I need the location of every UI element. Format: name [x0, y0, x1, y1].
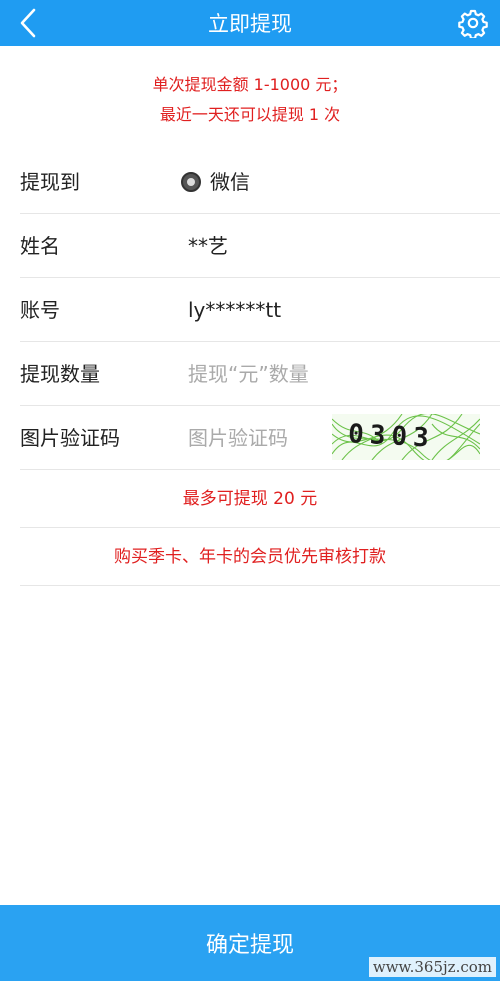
amount-label: 提现数量 [20, 362, 100, 386]
wechat-option-label[interactable]: 微信 [210, 150, 250, 214]
member-priority-info: 购买季卡、年卡的会员优先审核打款 [20, 528, 500, 586]
name-row: 姓名 **艺 [20, 214, 500, 278]
max-withdraw-info: 最多可提现 20 元 [20, 470, 500, 528]
amount-row: 提现数量 [20, 342, 500, 406]
account-value: ly******tt [188, 298, 282, 322]
withdraw-notice: 单次提现金额 1-1000 元； 最近一天还可以提现 1 次 [0, 70, 500, 130]
account-label: 账号 [20, 298, 60, 322]
captcha-label: 图片验证码 [20, 426, 120, 450]
withdraw-to-label: 提现到 [20, 170, 80, 194]
notice-line-count: 最近一天还可以提现 1 次 [159, 105, 341, 124]
site-watermark: www.365jz.com [368, 957, 496, 977]
amount-input[interactable] [188, 354, 488, 394]
captcha-input[interactable] [188, 418, 328, 458]
name-value: **艺 [188, 234, 228, 258]
captcha-code: 0303 [347, 419, 435, 453]
chevron-left-icon [20, 8, 36, 38]
withdraw-form: 提现到 微信 姓名 **艺 账号 ly******tt 提现数量 图片验证码 [0, 150, 500, 586]
gear-icon [458, 9, 488, 40]
app-header: 立即提现 [0, 0, 500, 46]
captcha-row: 图片验证码 0303 [20, 406, 500, 470]
settings-button[interactable] [458, 8, 488, 40]
wechat-radio[interactable] [181, 172, 201, 192]
account-row: 账号 ly******tt [20, 278, 500, 342]
name-label: 姓名 [20, 234, 60, 258]
page-title: 立即提现 [208, 12, 292, 36]
captcha-image[interactable]: 0303 [332, 414, 480, 460]
withdraw-to-row: 提现到 微信 [20, 150, 500, 214]
notice-line-limit: 单次提现金额 1-1000 元； [152, 75, 348, 94]
back-button[interactable] [14, 6, 44, 40]
